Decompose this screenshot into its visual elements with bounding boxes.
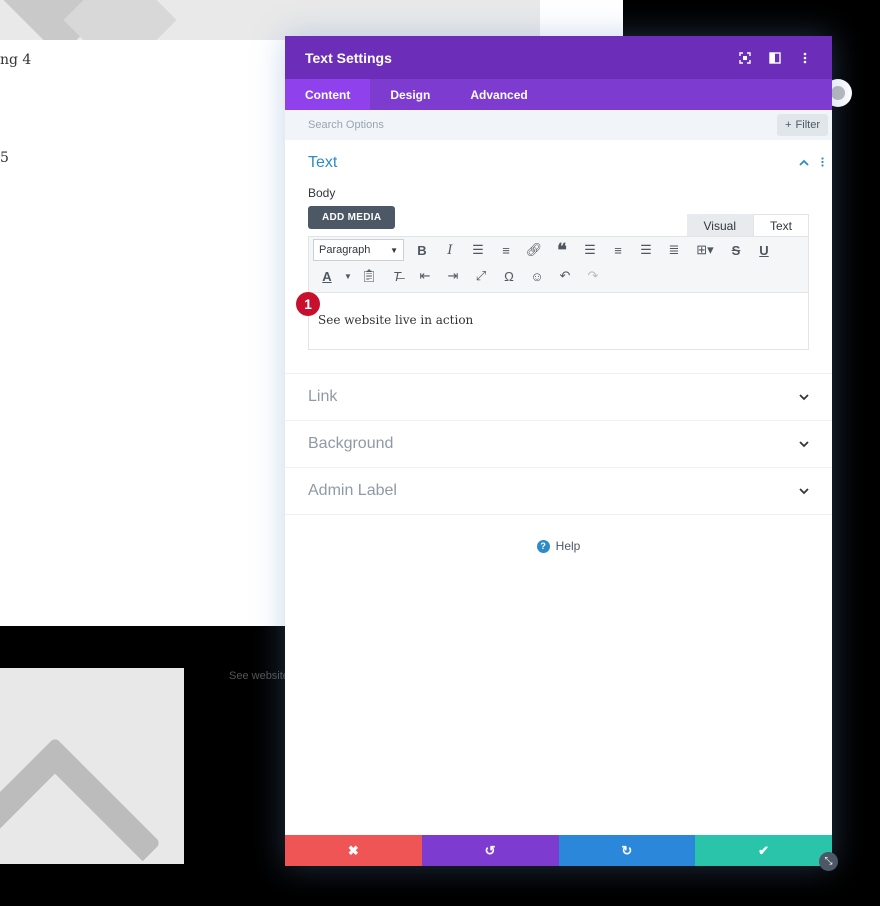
help-label: Help — [555, 539, 581, 553]
redo-icon[interactable]: ↷ — [579, 264, 607, 288]
paste-text-icon[interactable]: 📋︎ — [355, 264, 383, 288]
emoji-icon[interactable]: ☺ — [523, 264, 551, 288]
tab-design[interactable]: Design — [370, 79, 450, 110]
search-input[interactable]: Search Options — [308, 119, 777, 131]
outdent-icon[interactable]: ⇤ — [411, 264, 439, 288]
section-label: Link — [308, 388, 338, 405]
section-link[interactable]: Link — [285, 374, 832, 421]
section-background[interactable]: Background — [285, 421, 832, 468]
blockquote-icon[interactable]: ❝ — [548, 238, 576, 262]
body-label: Body — [308, 186, 336, 200]
format-select-value: Paragraph — [319, 244, 371, 256]
chevron-down-icon[interactable] — [799, 437, 809, 451]
help-link[interactable]: ? Help — [285, 539, 832, 553]
chevron-up-icon[interactable] — [799, 157, 809, 170]
text-color-icon[interactable]: A — [313, 264, 341, 288]
editor-toolbar: Paragraph ▼ B I ☰ ≡ 🔗︎ ❝ ☰ ≡ ☰ ≣ ⊞▾ S U … — [308, 236, 809, 292]
cancel-button[interactable]: ✖ — [285, 835, 422, 866]
caret-down-icon[interactable]: ▼ — [341, 264, 355, 288]
link-icon[interactable]: 🔗︎ — [520, 238, 548, 262]
help-icon: ? — [536, 539, 550, 553]
more-options-icon[interactable] — [798, 51, 812, 65]
redo-button[interactable]: ↻ — [558, 835, 696, 866]
step-badge: 1 — [296, 292, 320, 316]
settings-modal: Text Settings Content Design Advanced Se… — [285, 36, 832, 866]
checkmark-icon: ✔ — [758, 842, 770, 858]
fullscreen-editor-icon[interactable]: ⤢ — [467, 264, 495, 288]
background-heading: ng 4 — [0, 52, 32, 68]
tab-advanced[interactable]: Advanced — [450, 79, 547, 110]
section-options-icon[interactable] — [821, 157, 824, 170]
clear-formatting-icon[interactable]: T̶ — [383, 264, 411, 288]
search-options[interactable]: Search Options + Filter — [285, 110, 832, 140]
undo-icon[interactable]: ↶ — [551, 264, 579, 288]
fullscreen-icon[interactable] — [738, 51, 752, 65]
tab-content[interactable]: Content — [285, 79, 371, 110]
align-right-icon[interactable]: ☰ — [632, 238, 660, 262]
strikethrough-icon[interactable]: S — [722, 238, 750, 262]
split-view-icon[interactable] — [768, 51, 782, 65]
background-heading: 5 — [0, 150, 9, 166]
modal-header: Text Settings — [285, 36, 832, 79]
chevron-down-icon[interactable] — [799, 390, 809, 404]
indent-icon[interactable]: ⇥ — [439, 264, 467, 288]
text-section: Text Body ADD MEDIA Visual Text Paragrap… — [285, 140, 832, 374]
underline-icon[interactable]: U — [750, 238, 778, 262]
align-justify-icon[interactable]: ≣ — [660, 238, 688, 262]
table-icon[interactable]: ⊞▾ — [688, 238, 722, 262]
modal-title: Text Settings — [305, 49, 392, 66]
undo-button[interactable]: ↺ — [421, 835, 559, 866]
close-icon: ✖ — [347, 842, 359, 858]
align-center-icon[interactable]: ≡ — [604, 238, 632, 262]
save-button[interactable]: ✔ — [695, 835, 832, 866]
resize-handle-icon[interactable]: ⤡ — [819, 852, 838, 871]
filter-label: Filter — [795, 119, 820, 131]
modal-footer: ✖ ↺ ↻ ✔ — [285, 835, 832, 866]
placeholder-image-top — [0, 0, 540, 40]
undo-icon: ↺ — [484, 842, 496, 858]
bold-icon[interactable]: B — [408, 238, 436, 262]
editor-tab-text[interactable]: Text — [752, 214, 809, 238]
add-media-button[interactable]: ADD MEDIA — [308, 206, 396, 229]
bullet-list-icon[interactable]: ☰ — [464, 238, 492, 262]
section-label: Background — [308, 435, 394, 452]
placeholder-image — [0, 668, 184, 864]
plus-icon: + — [785, 119, 792, 131]
background-text: See website — [229, 670, 289, 682]
section-admin-label[interactable]: Admin Label — [285, 468, 832, 515]
editor-content[interactable]: See website live in action — [308, 292, 809, 350]
filter-button[interactable]: + Filter — [777, 114, 828, 136]
format-select[interactable]: Paragraph ▼ — [313, 239, 404, 261]
caret-down-icon: ▼ — [390, 245, 398, 255]
special-character-icon[interactable]: Ω — [495, 264, 523, 288]
chevron-down-icon[interactable] — [799, 484, 809, 498]
align-left-icon[interactable]: ☰ — [576, 238, 604, 262]
redo-icon: ↻ — [621, 842, 633, 858]
italic-icon[interactable]: I — [436, 238, 464, 262]
section-title-text[interactable]: Text — [308, 154, 809, 172]
editor-tab-visual[interactable]: Visual — [686, 214, 753, 238]
section-label: Admin Label — [308, 482, 397, 499]
numbered-list-icon[interactable]: ≡ — [492, 238, 520, 262]
tab-bar: Content Design Advanced — [285, 79, 832, 110]
